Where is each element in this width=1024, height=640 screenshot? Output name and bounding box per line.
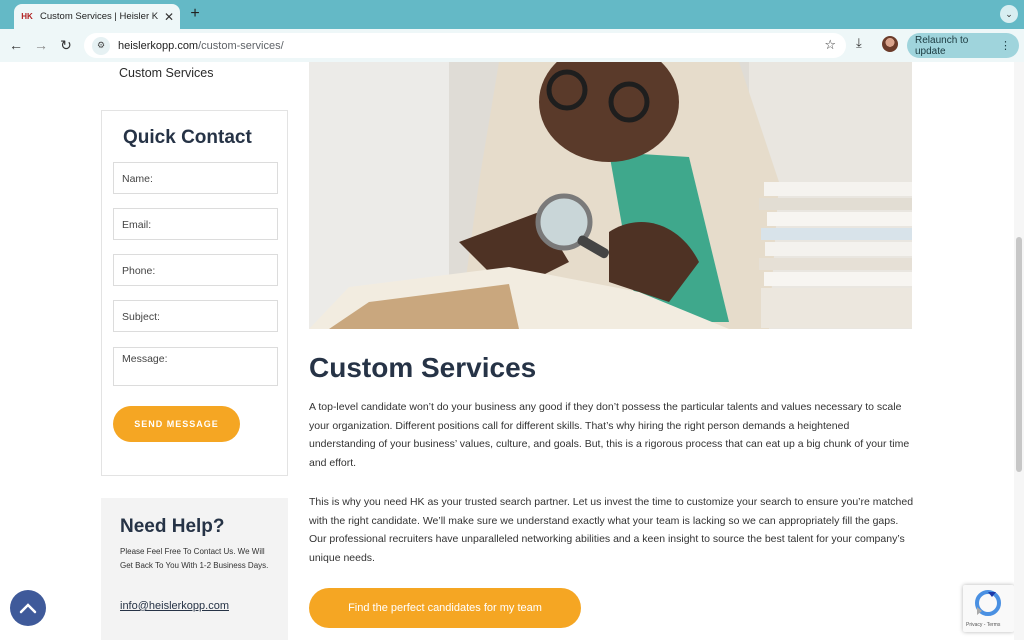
- chevron-down-icon[interactable]: ⌄: [1000, 5, 1018, 23]
- phone-field[interactable]: Phone:: [113, 254, 278, 286]
- page-title: Custom Services: [309, 352, 537, 383]
- contact-email-link[interactable]: info@heislerkopp.com: [120, 600, 229, 612]
- need-help-title: Need Help?: [120, 516, 225, 537]
- forward-arrow-icon[interactable]: →: [31, 35, 51, 55]
- site-settings-icon[interactable]: ⚙: [92, 36, 110, 55]
- partner-paragraph: This is why you need HK as your trusted …: [309, 496, 914, 565]
- subject-field[interactable]: Subject:: [113, 300, 278, 332]
- hero-image: [309, 62, 912, 329]
- need-help-text: Please Feel Free To Contact Us. We Will …: [120, 547, 269, 570]
- recaptcha-badge[interactable]: Privacy - Terms: [963, 585, 1014, 632]
- quick-contact-form: Quick Contact Name: Email: Phone: Subjec…: [101, 110, 288, 476]
- url-path: /custom-services/: [198, 39, 284, 52]
- email-field[interactable]: Email:: [113, 208, 278, 240]
- url-host: heislerkopp.com: [118, 39, 199, 52]
- reload-icon[interactable]: ↻: [56, 35, 76, 55]
- page-scrollbar[interactable]: [1014, 62, 1024, 640]
- intro-paragraph: A top-level candidate won’t do your busi…: [309, 401, 910, 470]
- relaunch-label: Relaunch to update: [915, 34, 969, 57]
- new-tab-button[interactable]: +: [186, 5, 204, 23]
- tab-strip: HK Custom Services | Heisler Kopp ✕ + ⌄: [0, 0, 1024, 29]
- recaptcha-icon: [975, 590, 1001, 616]
- name-field[interactable]: Name:: [113, 162, 278, 194]
- message-field[interactable]: Message:: [113, 347, 278, 386]
- bookmark-star-icon[interactable]: ☆: [824, 37, 836, 53]
- sidebar-link-custom-services[interactable]: Custom Services: [119, 66, 213, 80]
- tab-title: Custom Services | Heisler Kopp: [40, 11, 158, 22]
- back-arrow-icon[interactable]: ←: [6, 35, 26, 55]
- site-favicon-icon: HK: [21, 12, 33, 21]
- close-icon[interactable]: ✕: [164, 10, 174, 24]
- hero-illustration: [309, 62, 912, 329]
- need-help-box: Need Help? Please Feel Free To Contact U…: [101, 498, 288, 640]
- quick-contact-title: Quick Contact: [123, 127, 252, 148]
- download-icon[interactable]: ⤓: [856, 35, 862, 51]
- browser-chrome: HK Custom Services | Heisler Kopp ✕ + ⌄ …: [0, 0, 1024, 62]
- relaunch-button[interactable]: Relaunch to update ⋮: [907, 33, 1019, 58]
- find-candidates-button[interactable]: Find the perfect candidates for my team: [309, 588, 581, 628]
- profile-avatar[interactable]: [882, 36, 898, 52]
- scroll-to-top-button[interactable]: [10, 590, 46, 626]
- scroll-thumb[interactable]: [1016, 237, 1022, 472]
- browser-toolbar: ← → ↻ ⚙ heislerkopp.com/custom-services/…: [0, 29, 1024, 62]
- address-bar[interactable]: ⚙ heislerkopp.com/custom-services/ ☆: [84, 33, 846, 58]
- page-content: Custom Services Quick Contact Name: Emai…: [0, 62, 1014, 640]
- recaptcha-text: Privacy - Terms: [966, 622, 1001, 628]
- more-vert-icon[interactable]: ⋮: [1000, 39, 1011, 52]
- send-message-button[interactable]: SEND MESSAGE: [113, 406, 240, 442]
- chevron-up-icon: [19, 603, 37, 614]
- browser-tab[interactable]: HK Custom Services | Heisler Kopp ✕: [14, 4, 180, 29]
